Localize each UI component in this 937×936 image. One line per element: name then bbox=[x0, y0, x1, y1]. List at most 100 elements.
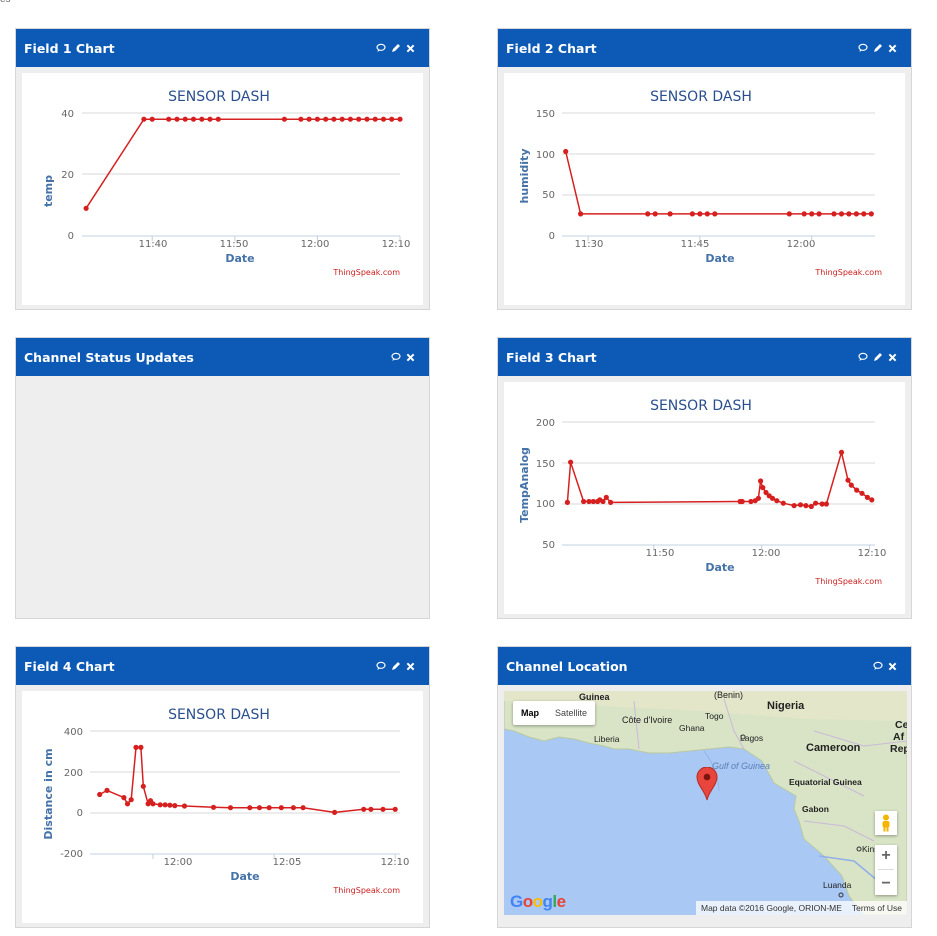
data-point[interactable] bbox=[392, 806, 398, 812]
data-point[interactable] bbox=[207, 116, 213, 122]
data-point[interactable] bbox=[281, 116, 287, 122]
data-point[interactable] bbox=[838, 211, 845, 217]
data-point[interactable] bbox=[150, 801, 156, 807]
data-point[interactable] bbox=[845, 477, 851, 483]
data-point[interactable] bbox=[190, 116, 197, 122]
comment-icon[interactable] bbox=[376, 43, 386, 53]
data-point[interactable] bbox=[813, 500, 819, 506]
pencil-icon[interactable] bbox=[391, 661, 401, 671]
data-point[interactable] bbox=[247, 805, 253, 811]
zoom-out-button[interactable]: − bbox=[881, 875, 890, 893]
data-point[interactable] bbox=[138, 744, 144, 750]
data-point[interactable] bbox=[172, 803, 178, 809]
map-type-map-button[interactable]: Map bbox=[513, 701, 547, 725]
close-icon[interactable] bbox=[888, 353, 897, 362]
data-point[interactable] bbox=[162, 802, 168, 808]
data-point[interactable] bbox=[256, 805, 263, 811]
data-point[interactable] bbox=[797, 502, 804, 508]
data-point[interactable] bbox=[848, 482, 854, 488]
data-point[interactable] bbox=[128, 797, 134, 803]
comment-icon[interactable] bbox=[873, 661, 883, 671]
comment-icon[interactable] bbox=[391, 352, 401, 362]
data-point[interactable] bbox=[846, 211, 852, 217]
close-icon[interactable] bbox=[406, 353, 415, 362]
data-point[interactable] bbox=[124, 801, 131, 807]
field2-watermark[interactable]: ThingSpeak.com bbox=[814, 268, 882, 277]
data-point[interactable] bbox=[133, 744, 139, 750]
data-point[interactable] bbox=[380, 116, 387, 122]
field1-watermark[interactable]: ThingSpeak.com bbox=[332, 268, 400, 277]
close-icon[interactable] bbox=[888, 44, 897, 53]
data-point[interactable] bbox=[854, 487, 860, 493]
data-point[interactable] bbox=[652, 211, 658, 217]
comment-icon[interactable] bbox=[858, 43, 868, 53]
comment-icon[interactable] bbox=[376, 661, 386, 671]
data-point[interactable] bbox=[748, 498, 754, 505]
data-point[interactable] bbox=[859, 490, 865, 496]
data-point[interactable] bbox=[755, 495, 761, 501]
data-point[interactable] bbox=[801, 211, 807, 217]
location-map[interactable]: Guinea (Benin) Nigeria Côte d'Ivoire Tog… bbox=[504, 691, 907, 915]
data-point[interactable] bbox=[314, 116, 320, 122]
data-point[interactable] bbox=[868, 211, 874, 217]
data-point[interactable] bbox=[838, 449, 845, 455]
data-point[interactable] bbox=[816, 211, 822, 217]
data-point[interactable] bbox=[667, 211, 673, 217]
data-point[interactable] bbox=[809, 211, 815, 217]
data-point[interactable] bbox=[774, 498, 780, 504]
data-point[interactable] bbox=[104, 787, 110, 793]
data-point[interactable] bbox=[300, 805, 306, 811]
close-icon[interactable] bbox=[406, 44, 415, 53]
data-point[interactable] bbox=[712, 211, 718, 217]
data-point[interactable] bbox=[600, 498, 606, 505]
zoom-in-button[interactable]: + bbox=[881, 847, 890, 865]
data-point[interactable] bbox=[97, 791, 103, 798]
data-point[interactable] bbox=[361, 806, 367, 812]
data-point[interactable] bbox=[166, 116, 172, 122]
data-point[interactable] bbox=[356, 116, 362, 122]
data-point[interactable] bbox=[380, 806, 386, 812]
data-point[interactable] bbox=[808, 503, 814, 510]
terms-of-use-link[interactable]: Terms of Use bbox=[846, 901, 907, 915]
data-point[interactable] bbox=[372, 116, 378, 122]
data-point[interactable] bbox=[704, 211, 710, 217]
data-point[interactable] bbox=[83, 205, 89, 211]
location-marker-icon[interactable] bbox=[696, 767, 718, 801]
data-point[interactable] bbox=[215, 116, 221, 122]
data-point[interactable] bbox=[739, 498, 745, 505]
google-logo[interactable]: Google bbox=[510, 892, 566, 912]
close-icon[interactable] bbox=[406, 662, 415, 671]
data-point[interactable] bbox=[760, 485, 766, 491]
data-point[interactable] bbox=[603, 494, 609, 500]
data-point[interactable] bbox=[568, 459, 574, 465]
data-point[interactable] bbox=[861, 211, 867, 217]
data-point[interactable] bbox=[564, 499, 570, 505]
data-point[interactable] bbox=[823, 501, 829, 507]
data-point[interactable] bbox=[563, 148, 569, 155]
data-point[interactable] bbox=[332, 809, 338, 815]
data-point[interactable] bbox=[758, 478, 764, 484]
data-point[interactable] bbox=[121, 795, 127, 801]
data-point[interactable] bbox=[831, 211, 837, 217]
data-point[interactable] bbox=[306, 116, 312, 122]
data-point[interactable] bbox=[869, 497, 875, 503]
data-point[interactable] bbox=[608, 499, 614, 505]
data-point[interactable] bbox=[389, 116, 395, 122]
data-point[interactable] bbox=[199, 116, 205, 122]
data-point[interactable] bbox=[227, 805, 234, 811]
data-point[interactable] bbox=[339, 116, 345, 122]
data-point[interactable] bbox=[368, 806, 374, 812]
data-point[interactable] bbox=[864, 494, 870, 500]
data-point[interactable] bbox=[347, 116, 353, 122]
data-point[interactable] bbox=[331, 116, 337, 122]
field3-watermark[interactable]: ThingSpeak.com bbox=[814, 577, 882, 586]
data-point[interactable] bbox=[266, 805, 272, 811]
data-point[interactable] bbox=[182, 116, 188, 122]
data-point[interactable] bbox=[397, 116, 403, 122]
data-point[interactable] bbox=[210, 804, 217, 810]
pencil-icon[interactable] bbox=[873, 352, 883, 362]
data-point[interactable] bbox=[298, 116, 304, 122]
street-view-pegman-icon[interactable] bbox=[875, 811, 897, 835]
data-point[interactable] bbox=[645, 211, 651, 217]
data-point[interactable] bbox=[290, 805, 296, 811]
